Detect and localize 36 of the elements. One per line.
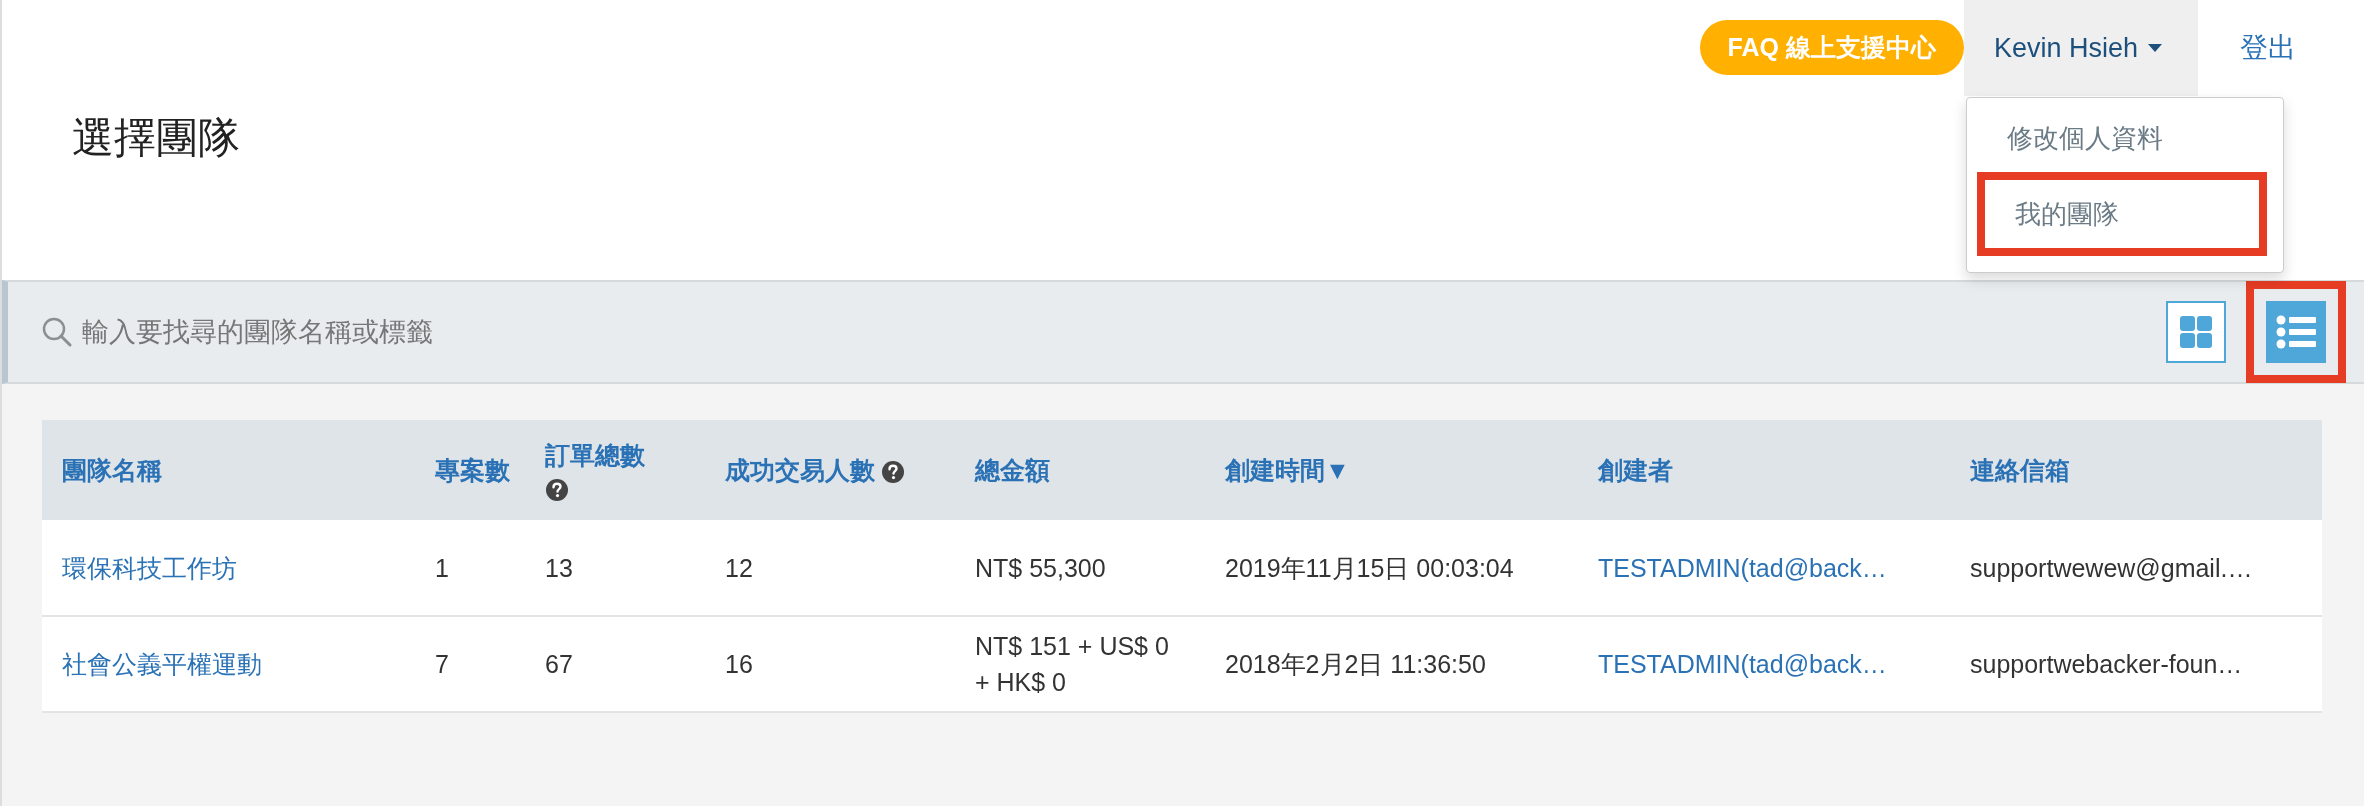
table-link[interactable]: TESTADMIN(tad@back…	[1598, 650, 1887, 678]
table-cell-text: 67	[545, 649, 574, 680]
caret-icon	[2148, 44, 2162, 52]
grid-icon	[2179, 315, 2213, 349]
menu-item[interactable]: 修改個人資料	[1976, 110, 2273, 166]
table-link[interactable]: TESTADMIN(tad@back…	[1598, 553, 1887, 582]
column-header[interactable]: 連絡信箱	[1970, 455, 2070, 484]
table-cell-text: 7	[435, 649, 450, 680]
grid-view-button[interactable]	[2166, 301, 2226, 363]
table-cell-text: 13	[545, 552, 574, 584]
list-icon	[2276, 315, 2316, 349]
list-view-button[interactable]	[2266, 301, 2326, 363]
column-header[interactable]: 團隊名稱	[62, 455, 162, 484]
column-header[interactable]: 創建者	[1598, 455, 1673, 484]
search-field[interactable]: 輸入要找尋的團隊名稱或標籤	[80, 315, 884, 349]
search-icon	[42, 317, 72, 347]
column-header[interactable]: 創建時間▼	[1225, 455, 1350, 484]
table-cell-text: 2018年2月2日 11:36:50	[1225, 649, 1487, 680]
column-header[interactable]: 訂單總數	[545, 440, 645, 469]
table-link[interactable]: 社會公義平權運動	[62, 650, 262, 678]
menu-item[interactable]: 我的團隊	[1984, 186, 2259, 242]
table-link[interactable]: 環保科技工作坊	[62, 553, 237, 582]
table-cell-text: 16	[725, 649, 754, 680]
column-header[interactable]: 專案數	[435, 455, 510, 484]
table-cell-text: 2019年11月15日 00:03:04	[1225, 552, 1515, 584]
user-menu-button[interactable]: Kevin Hsieh	[1963, 0, 2198, 96]
table-cell-text: supportwewew@gmail.…	[1970, 552, 2254, 584]
column-header[interactable]: 總金額	[975, 455, 1050, 484]
page-title: 選擇團隊	[72, 113, 240, 163]
table-cell-text: NT$ 151 + US$ 0 + HK$ 0	[975, 631, 1170, 698]
table-cell-text: NT$ 55,300	[975, 552, 1107, 584]
table-cell-text: 1	[435, 552, 450, 584]
column-header[interactable]: 成功交易人數	[725, 455, 875, 484]
table-cell-text: 12	[725, 552, 754, 584]
logout-link[interactable]: 登出	[2198, 0, 2324, 96]
table-cell-text: supportwebacker-foun…	[1970, 649, 2244, 680]
